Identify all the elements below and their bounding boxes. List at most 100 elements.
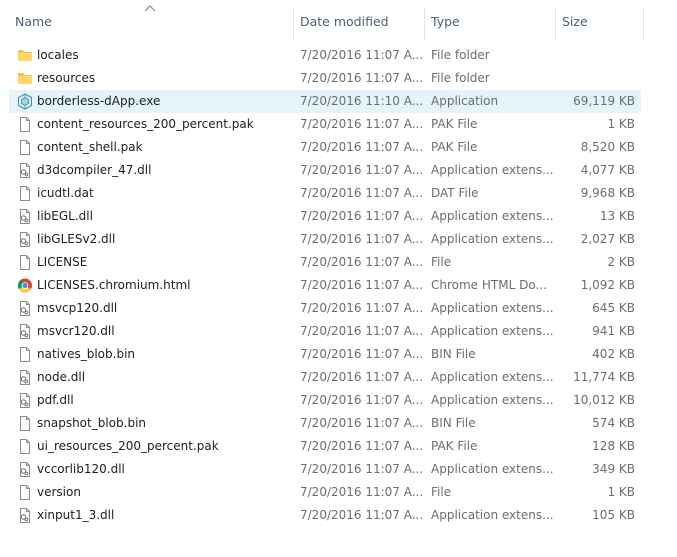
file-row[interactable]: xinput1_3.dll 7/20/2016 11:07 A... Applica…: [9, 504, 641, 527]
file-size: 4,077 KB: [580, 163, 635, 177]
file-date-modified: 7/20/2016 11:07 A...: [300, 140, 424, 154]
file-row[interactable]: resources 7/20/2016 11:07 A... File folder: [9, 67, 641, 90]
column-header-date-modified[interactable]: Date modified: [294, 8, 425, 40]
file-date-modified: 7/20/2016 11:07 A...: [300, 48, 424, 62]
file-type: Application extens...: [431, 324, 554, 338]
file-type: Application extens...: [431, 393, 554, 407]
app-icon: [16, 93, 34, 110]
dll-icon: [16, 208, 34, 225]
file-name: msvcp120.dll: [37, 301, 118, 315]
file-size: 402 KB: [592, 347, 635, 361]
file-row[interactable]: icudtl.dat 7/20/2016 11:07 A... DAT File 9,…: [9, 182, 641, 205]
file-name: libEGL.dll: [37, 209, 93, 223]
file-row[interactable]: version 7/20/2016 11:07 A... File 1 KB: [9, 481, 641, 504]
file-type: PAK File: [431, 439, 478, 453]
file-type: DAT File: [431, 186, 479, 200]
file-type: Application extens...: [431, 370, 554, 384]
file-name: node.dll: [37, 370, 86, 384]
file-type: BIN File: [431, 347, 476, 361]
file-name: content_resources_200_percent.pak: [37, 117, 254, 131]
file-size: 574 KB: [592, 416, 635, 430]
file-size: 69,119 KB: [573, 94, 635, 108]
file-row[interactable]: LICENSE 7/20/2016 11:07 A... File 2 KB: [9, 251, 641, 274]
chrome-icon: [16, 277, 34, 294]
file-row[interactable]: msvcp120.dll 7/20/2016 11:07 A... Applicat…: [9, 297, 641, 320]
file-size: 105 KB: [592, 508, 635, 522]
file-row[interactable]: borderless-dApp.exe 7/20/2016 11:10 A... A…: [9, 90, 641, 113]
file-type: Chrome HTML Do...: [431, 278, 547, 292]
file-date-modified: 7/20/2016 11:07 A...: [300, 462, 424, 476]
column-header-bar: Name Date modified Type Size: [0, 0, 677, 40]
file-type: Application extens...: [431, 209, 554, 223]
file-date-modified: 7/20/2016 11:10 A...: [300, 94, 424, 108]
file-size: 349 KB: [592, 462, 635, 476]
file-date-modified: 7/20/2016 11:07 A...: [300, 186, 424, 200]
file-row[interactable]: node.dll 7/20/2016 11:07 A... Application …: [9, 366, 641, 389]
dll-icon: [16, 392, 34, 409]
file-icon: [16, 438, 34, 455]
file-name: LICENSE: [37, 255, 88, 269]
file-row[interactable]: LICENSES.chromium.html 7/20/2016 11:07 A.…: [9, 274, 641, 297]
file-type: PAK File: [431, 140, 478, 154]
file-row[interactable]: pdf.dll 7/20/2016 11:07 A... Application e…: [9, 389, 641, 412]
file-row[interactable]: vccorlib120.dll 7/20/2016 11:07 A... Appli…: [9, 458, 641, 481]
file-row[interactable]: msvcr120.dll 7/20/2016 11:07 A... Applicat…: [9, 320, 641, 343]
file-type: Application: [431, 94, 499, 108]
file-name: natives_blob.bin: [37, 347, 136, 361]
folder-icon: [16, 47, 34, 64]
file-row[interactable]: natives_blob.bin 7/20/2016 11:07 A... BIN …: [9, 343, 641, 366]
file-date-modified: 7/20/2016 11:07 A...: [300, 508, 424, 522]
file-row[interactable]: content_resources_200_percent.pak 7/20/20…: [9, 113, 641, 136]
file-date-modified: 7/20/2016 11:07 A...: [300, 485, 424, 499]
file-type: BIN File: [431, 416, 476, 430]
file-row[interactable]: libGLESv2.dll 7/20/2016 11:07 A... Applica…: [9, 228, 641, 251]
dll-icon: [16, 507, 34, 524]
column-header-type[interactable]: Type: [425, 8, 556, 40]
column-header-size[interactable]: Size: [556, 8, 644, 40]
file-type: Application extens...: [431, 232, 554, 246]
file-type: PAK File: [431, 117, 478, 131]
file-name: snapshot_blob.bin: [37, 416, 147, 430]
dll-icon: [16, 231, 34, 248]
file-name: locales: [37, 48, 79, 62]
file-date-modified: 7/20/2016 11:07 A...: [300, 301, 424, 315]
file-size: 8,520 KB: [580, 140, 635, 154]
file-type: Application extens...: [431, 462, 554, 476]
file-name: LICENSES.chromium.html: [37, 278, 191, 292]
file-size: 941 KB: [592, 324, 635, 338]
dll-icon: [16, 323, 34, 340]
dll-icon: [16, 461, 34, 478]
file-icon: [16, 484, 34, 501]
file-date-modified: 7/20/2016 11:07 A...: [300, 370, 424, 384]
file-row[interactable]: ui_resources_200_percent.pak 7/20/2016 11…: [9, 435, 641, 458]
file-name: vccorlib120.dll: [37, 462, 125, 476]
file-date-modified: 7/20/2016 11:07 A...: [300, 117, 424, 131]
file-name: xinput1_3.dll: [37, 508, 115, 522]
file-icon: [16, 346, 34, 363]
dll-icon: [16, 162, 34, 179]
file-size: 2,027 KB: [580, 232, 635, 246]
file-type: Application extens...: [431, 301, 554, 315]
file-row[interactable]: content_shell.pak 7/20/2016 11:07 A... PAK…: [9, 136, 641, 159]
file-date-modified: 7/20/2016 11:07 A...: [300, 393, 424, 407]
file-type: Application extens...: [431, 508, 554, 522]
file-name: content_shell.pak: [37, 140, 143, 154]
file-date-modified: 7/20/2016 11:07 A...: [300, 278, 424, 292]
file-name: d3dcompiler_47.dll: [37, 163, 152, 177]
file-icon: [16, 254, 34, 271]
file-row[interactable]: d3dcompiler_47.dll 7/20/2016 11:07 A... Ap…: [9, 159, 641, 182]
file-icon: [16, 139, 34, 156]
dll-icon: [16, 369, 34, 386]
file-row[interactable]: locales 7/20/2016 11:07 A... File folder: [9, 44, 641, 67]
file-name: msvcr120.dll: [37, 324, 115, 338]
file-size: 13 KB: [599, 209, 635, 223]
file-date-modified: 7/20/2016 11:07 A...: [300, 347, 424, 361]
file-date-modified: 7/20/2016 11:07 A...: [300, 439, 424, 453]
file-row[interactable]: snapshot_blob.bin 7/20/2016 11:07 A... BIN…: [9, 412, 641, 435]
column-header-name[interactable]: Name: [7, 8, 294, 40]
file-date-modified: 7/20/2016 11:07 A...: [300, 163, 424, 177]
file-size: 1,092 KB: [580, 278, 635, 292]
file-date-modified: 7/20/2016 11:07 A...: [300, 416, 424, 430]
file-row[interactable]: libEGL.dll 7/20/2016 11:07 A... Applicatio…: [9, 205, 641, 228]
file-date-modified: 7/20/2016 11:07 A...: [300, 71, 424, 85]
